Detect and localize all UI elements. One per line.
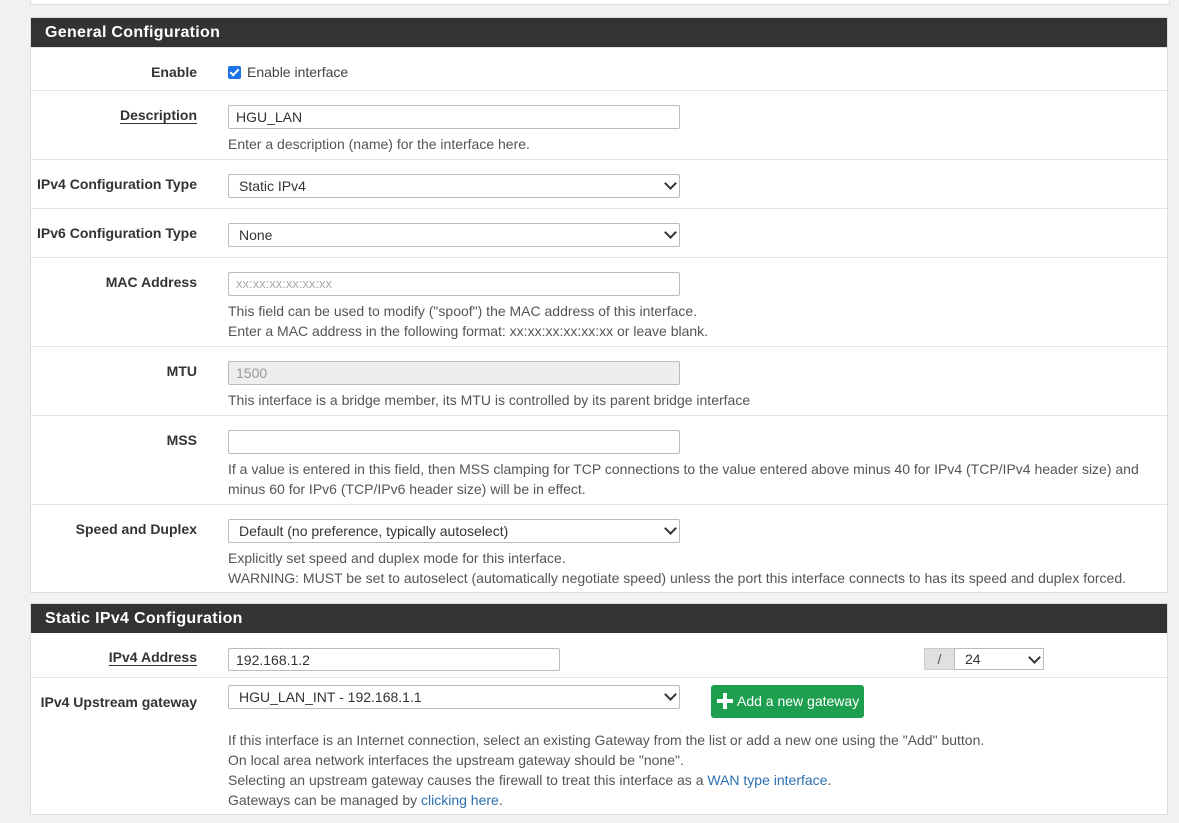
mss-label: MSS xyxy=(166,432,197,448)
row-mac: MAC Address xx:xx:xx:xx:xx:xx This field… xyxy=(31,257,1167,346)
speed-duplex-label: Speed and Duplex xyxy=(75,521,197,537)
speed-duplex-value: Default (no preference, typically autose… xyxy=(239,523,509,539)
panel-heading-static-ipv4: Static IPv4 Configuration xyxy=(31,604,1167,633)
speed-duplex-select[interactable]: Default (no preference, typically autose… xyxy=(228,519,680,543)
enable-interface-checkbox-wrap[interactable]: Enable interface xyxy=(228,64,348,80)
ipv4-type-value: Static IPv4 xyxy=(239,178,306,194)
chevron-down-icon xyxy=(1028,651,1041,664)
mac-address-input[interactable]: xx:xx:xx:xx:xx:xx xyxy=(228,272,680,296)
add-new-gateway-button[interactable]: Add a new gateway xyxy=(711,685,864,718)
speed-help-2: WARNING: MUST be set to autoselect (auto… xyxy=(228,570,1127,586)
plus-icon xyxy=(717,693,733,709)
enable-interface-checkbox-label[interactable]: Enable interface xyxy=(247,64,348,80)
row-mtu: MTU 1500 This interface is a bridge memb… xyxy=(31,346,1167,415)
subnet-mask-value: 24 xyxy=(965,651,981,667)
enable-interface-checkbox[interactable] xyxy=(228,66,241,79)
mac-help-1: This field can be used to modify ("spoof… xyxy=(228,303,698,319)
mac-help-2: Enter a MAC address in the following for… xyxy=(228,323,709,339)
row-ipv4-address: IPv4 Address 192.168.1.2 / 24 xyxy=(31,633,1167,677)
gateway-help-2: On local area network interfaces the ups… xyxy=(228,752,684,768)
chevron-down-icon xyxy=(664,522,677,535)
ipv6-type-value: None xyxy=(239,227,273,243)
ipv4-address-label[interactable]: IPv4 Address xyxy=(109,649,197,665)
row-enable: Enable Enable interface xyxy=(31,47,1167,90)
static-ipv4-panel: Static IPv4 Configuration IPv4 Address 1… xyxy=(30,603,1168,815)
ipv6-type-select[interactable]: None xyxy=(228,223,680,247)
ipv4-gateway-value: HGU_LAN_INT - 192.168.1.1 xyxy=(239,689,422,705)
previous-panel-edge xyxy=(30,0,1170,5)
description-label[interactable]: Description xyxy=(120,107,197,123)
row-description: Description HGU_LAN Enter a description … xyxy=(31,90,1167,159)
subnet-slash: / xyxy=(924,648,955,670)
ipv4-address-input[interactable]: 192.168.1.2 xyxy=(228,648,560,671)
row-ipv4-gateway: IPv4 Upstream gateway HGU_LAN_INT - 192.… xyxy=(31,677,1167,816)
chevron-down-icon xyxy=(664,177,677,190)
row-ipv4-type: IPv4 Configuration Type Static IPv4 xyxy=(31,159,1167,208)
ipv4-gateway-select[interactable]: HGU_LAN_INT - 192.168.1.1 xyxy=(228,685,680,709)
description-help: Enter a description (name) for the inter… xyxy=(228,136,530,152)
ipv4-type-label: IPv4 Configuration Type xyxy=(37,176,197,192)
ipv6-type-label: IPv6 Configuration Type xyxy=(37,225,197,241)
chevron-down-icon xyxy=(664,226,677,239)
wan-type-interface-link[interactable]: WAN type interface xyxy=(707,772,827,788)
panel-heading-general: General Configuration xyxy=(31,18,1167,47)
subnet-mask-select[interactable]: 24 xyxy=(954,648,1044,670)
description-input[interactable]: HGU_LAN xyxy=(228,105,680,129)
gateway-help-4: Gateways can be managed by clicking here… xyxy=(228,792,503,808)
general-configuration-panel: General Configuration Enable Enable inte… xyxy=(30,17,1168,593)
gateway-help-1: If this interface is an Internet connect… xyxy=(228,732,985,748)
mtu-input: 1500 xyxy=(228,361,680,385)
mtu-label: MTU xyxy=(166,363,197,379)
mac-label: MAC Address xyxy=(105,274,197,290)
mss-help-1: If a value is entered in this field, the… xyxy=(228,461,1139,477)
mss-input[interactable] xyxy=(228,430,680,454)
enable-label: Enable xyxy=(151,64,197,80)
row-mss: MSS If a value is entered in this field,… xyxy=(31,415,1167,504)
row-ipv6-type: IPv6 Configuration Type None xyxy=(31,208,1167,257)
chevron-down-icon xyxy=(664,688,677,701)
mss-help-2: minus 60 for IPv6 (TCP/IPv6 header size)… xyxy=(228,481,586,497)
row-speed-duplex: Speed and Duplex Default (no preference,… xyxy=(31,504,1167,593)
add-new-gateway-label: Add a new gateway xyxy=(737,693,860,709)
mtu-help: This interface is a bridge member, its M… xyxy=(228,392,751,408)
gateway-help-3: Selecting an upstream gateway causes the… xyxy=(228,772,832,788)
ipv4-type-select[interactable]: Static IPv4 xyxy=(228,174,680,198)
speed-help-1: Explicitly set speed and duplex mode for… xyxy=(228,550,566,566)
clicking-here-link[interactable]: clicking here xyxy=(421,792,499,808)
ipv4-gateway-label: IPv4 Upstream gateway xyxy=(40,694,197,710)
